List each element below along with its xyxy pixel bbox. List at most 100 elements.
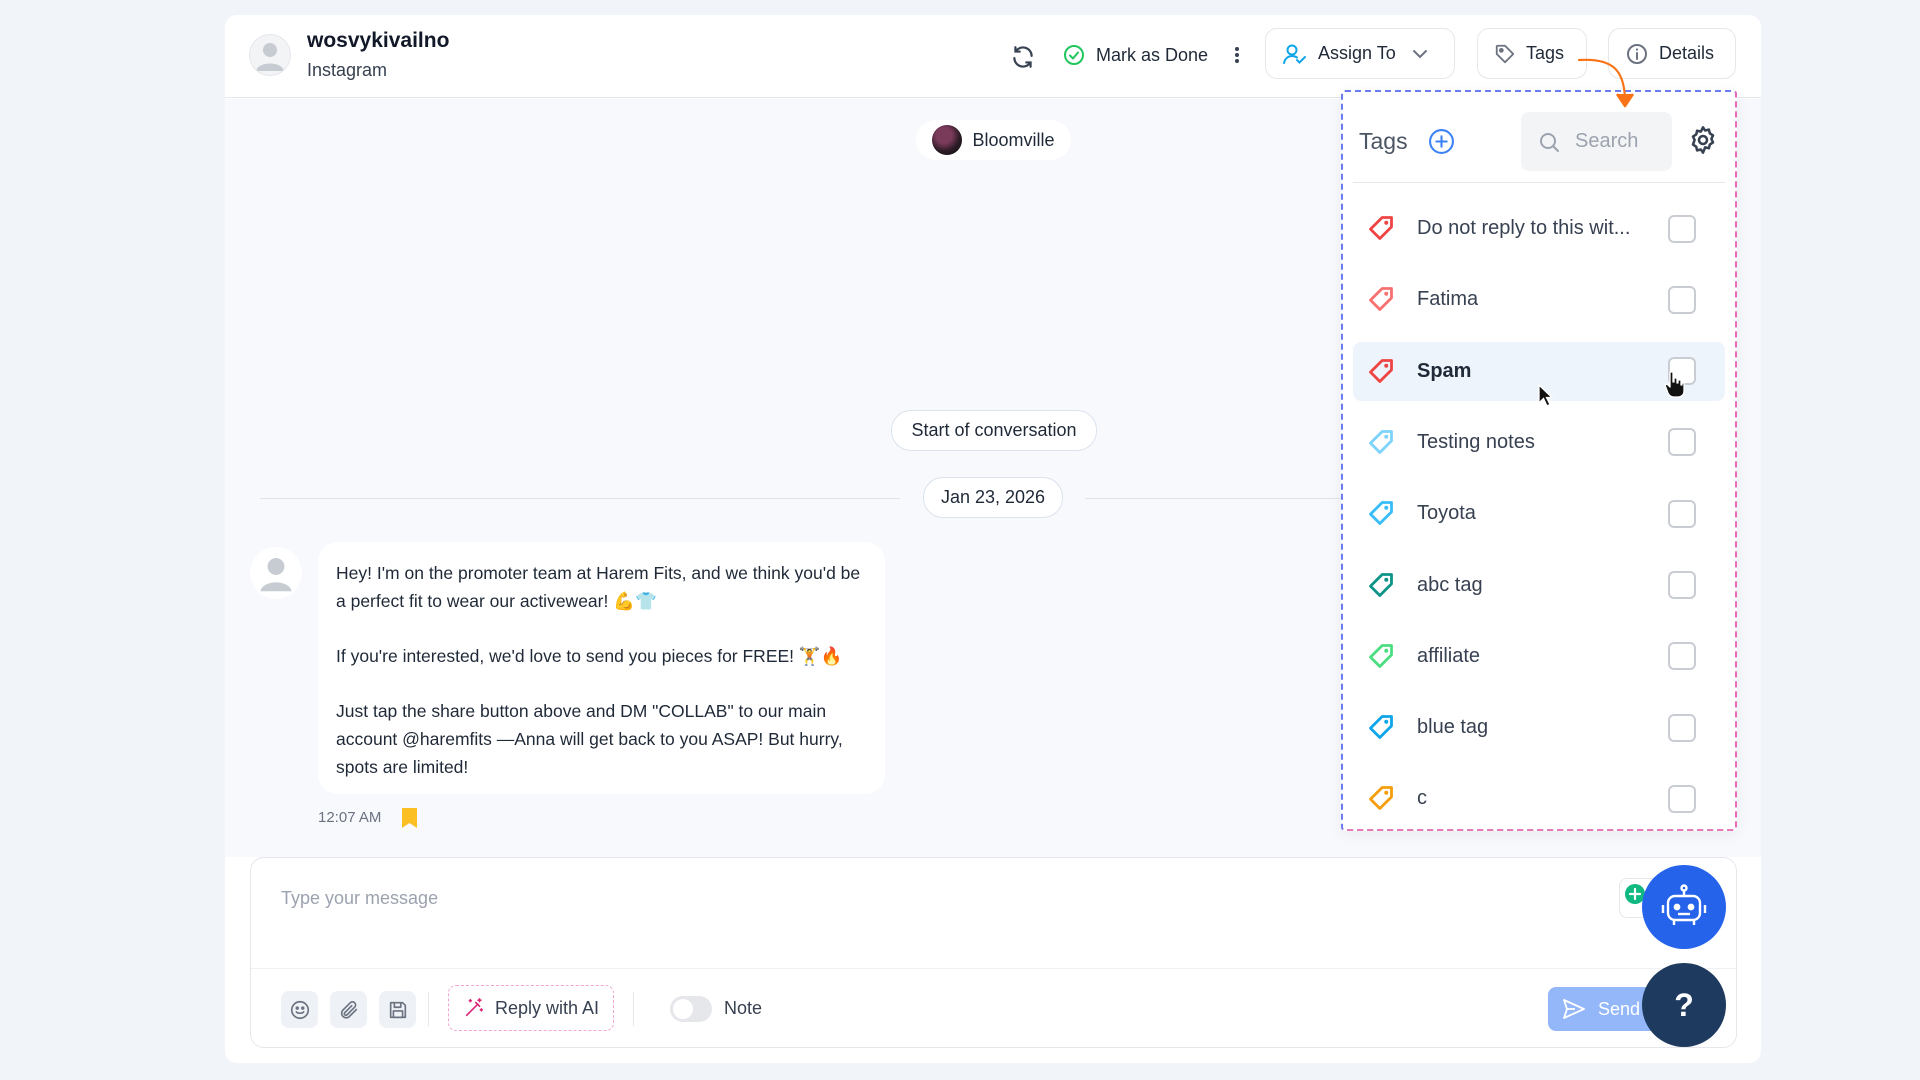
tag-option[interactable]: abc tag (1353, 556, 1725, 615)
tags-label: Tags (1526, 43, 1565, 63)
save-icon (389, 1001, 406, 1018)
reply-with-ai-button[interactable]: Reply with AI (448, 985, 614, 1031)
tag-checkbox[interactable] (1668, 499, 1696, 528)
tag-option[interactable]: Fatima (1353, 270, 1725, 329)
refresh-icon (1013, 46, 1033, 68)
tag-option[interactable]: c (1353, 769, 1725, 828)
arrow-cursor-icon (1538, 383, 1554, 407)
tag-icon (1369, 786, 1393, 811)
tag-option-label: Toyota (1417, 502, 1476, 525)
tag-option[interactable]: Testing notes (1353, 413, 1725, 472)
tag-checkbox[interactable] (1668, 214, 1696, 243)
kebab-menu-icon (1235, 47, 1239, 63)
emoji-button[interactable] (281, 991, 318, 1028)
page-name: Bloomville (972, 129, 1055, 150)
gear-icon[interactable] (1687, 124, 1719, 156)
user-icon (256, 43, 284, 71)
tags-dropdown: Tags Do not reply to this wit... Fatima Sp… (1341, 90, 1737, 831)
attachment-button[interactable] (330, 991, 367, 1028)
robot-icon (1661, 884, 1707, 925)
emoji-icon (290, 1000, 309, 1019)
tag-option-label: Spam (1417, 359, 1472, 382)
contact-avatar[interactable] (249, 34, 291, 76)
send-icon (1563, 999, 1585, 1019)
date-divider-left (260, 498, 900, 499)
message-input[interactable] (281, 878, 1561, 918)
tag-option[interactable]: Toyota (1353, 484, 1725, 543)
mark-as-done-label: Mark as Done (1096, 44, 1209, 65)
assign-to-button[interactable]: Assign To (1265, 28, 1455, 79)
note-label: Note (724, 998, 763, 1018)
send-label: Send (1598, 998, 1641, 1019)
save-template-button[interactable] (379, 991, 416, 1028)
toolbar-divider (428, 992, 429, 1026)
check-circle-icon (1062, 43, 1086, 67)
tag-icon (1369, 715, 1393, 739)
message-paragraph: Hey! I'm on the promoter team at Harem F… (336, 563, 861, 611)
tag-checkbox[interactable] (1668, 642, 1696, 671)
tag-option-label: Testing notes (1417, 430, 1535, 453)
contact-channel: Instagram (307, 60, 388, 80)
mark-as-done-button[interactable]: Mark as Done (1062, 35, 1208, 75)
start-label-text: Start of conversation (911, 420, 1077, 440)
magic-wand-icon (463, 997, 485, 1019)
user-icon (260, 558, 292, 592)
tag-icon (1369, 429, 1393, 454)
contact-name[interactable]: wosvykivailno (307, 29, 449, 53)
tag-icon (1369, 501, 1393, 526)
message-composer: Reply with AI Note Send (250, 857, 1737, 1048)
tag-checkbox[interactable] (1668, 571, 1696, 599)
note-toggle[interactable] (670, 996, 712, 1022)
assign-user-icon (1282, 42, 1308, 66)
refresh-button[interactable] (1005, 37, 1041, 77)
tags-panel-title: Tags (1359, 128, 1408, 154)
add-tag-icon[interactable] (1428, 128, 1455, 155)
tag-icon (1369, 572, 1393, 597)
tag-checkbox[interactable] (1668, 784, 1696, 813)
tag-option-label: abc tag (1417, 573, 1483, 596)
tag-checkbox[interactable] (1668, 713, 1696, 742)
tags-panel-divider (1353, 182, 1725, 183)
ai-bot-button[interactable] (1642, 865, 1726, 949)
tag-option-label: affiliate (1417, 644, 1481, 667)
assign-to-label: Assign To (1318, 43, 1396, 63)
tag-option[interactable]: blue tag (1353, 698, 1725, 757)
tag-option-label: blue tag (1417, 716, 1489, 739)
paperclip-icon (340, 1000, 357, 1019)
tag-icon (1369, 216, 1393, 240)
message-bubble[interactable]: Hey! I'm on the promoter team at Harem F… (318, 542, 885, 794)
tag-option[interactable]: Do not reply to this wit... (1353, 199, 1725, 258)
tags-search-input[interactable] (1575, 130, 1665, 153)
tag-option-label: Do not reply to this wit... (1417, 217, 1631, 239)
page-avatar (932, 125, 963, 155)
date-label-text: Jan 23, 2026 (940, 487, 1046, 507)
date-divider-label: Jan 23, 2026 (923, 477, 1063, 518)
hand-cursor-icon (1664, 371, 1685, 398)
conversation-card: wosvykivailno Instagram Mark as Done Ass… (225, 15, 1761, 1063)
tag-checkbox[interactable] (1668, 428, 1696, 457)
message-paragraph: If you're interested, we'd love to send … (336, 646, 843, 666)
message-paragraph: Just tap the share button above and DM "… (336, 701, 843, 777)
reply-with-ai-label: Reply with AI (494, 997, 600, 1018)
toolbar-divider (633, 992, 634, 1026)
arrow-annotation-icon (1577, 58, 1635, 108)
composer-divider (251, 968, 1736, 969)
bookmark-icon[interactable] (401, 807, 418, 834)
more-options-button[interactable] (1229, 35, 1245, 75)
tags-search-box[interactable] (1521, 112, 1672, 171)
tag-option-label: c (1417, 787, 1427, 810)
details-label: Details (1659, 43, 1715, 63)
page-badge: Bloomville (916, 120, 1071, 160)
help-button[interactable]: ? (1642, 963, 1726, 1047)
tags-button[interactable]: Tags (1477, 28, 1587, 79)
tag-option[interactable]: affiliate (1353, 627, 1725, 686)
tag-checkbox[interactable] (1668, 285, 1696, 314)
tag-icon (1369, 358, 1393, 383)
tag-icon (1494, 43, 1516, 65)
help-label: ? (1674, 986, 1694, 1023)
search-icon (1540, 132, 1559, 152)
tag-icon (1369, 643, 1393, 668)
conversation-header: wosvykivailno Instagram Mark as Done Ass… (225, 15, 1761, 98)
sender-avatar (250, 547, 302, 599)
chevron-down-icon (1412, 49, 1428, 59)
